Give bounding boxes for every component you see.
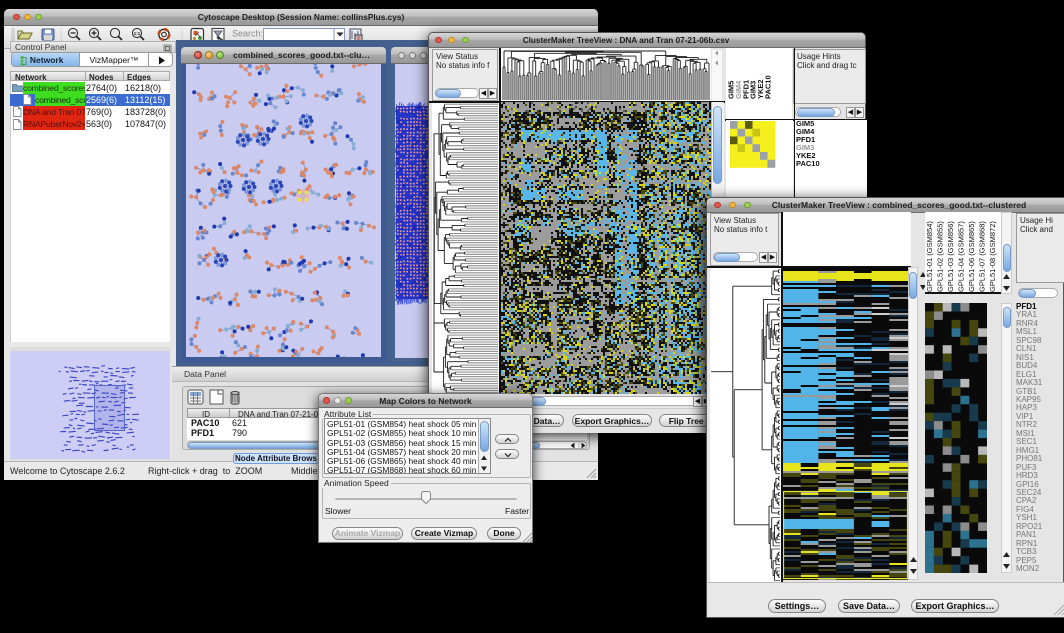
svg-text:GPL51-02 (GSM855): GPL51-02 (GSM855)	[936, 221, 945, 292]
svg-text:PAC10: PAC10	[764, 75, 773, 99]
svg-text:GPL51-06 (GSM865): GPL51-06 (GSM865)	[967, 221, 976, 292]
svg-text:GPL51-03 (GSM856): GPL51-03 (GSM856)	[946, 221, 955, 292]
svg-text:Search:: Search:	[232, 29, 263, 39]
svg-text:GPL51-01 (GSM854): GPL51-01 (GSM854)	[925, 221, 934, 292]
svg-text:GPL51-07 (GSM868): GPL51-07 (GSM868)	[978, 221, 987, 292]
svg-text:1:1: 1:1	[134, 31, 141, 36]
svg-text:GPL51-08 (GSM872): GPL51-08 (GSM872)	[988, 221, 997, 292]
svg-text:GPL51-04 (GSM857): GPL51-04 (GSM857)	[957, 221, 966, 292]
